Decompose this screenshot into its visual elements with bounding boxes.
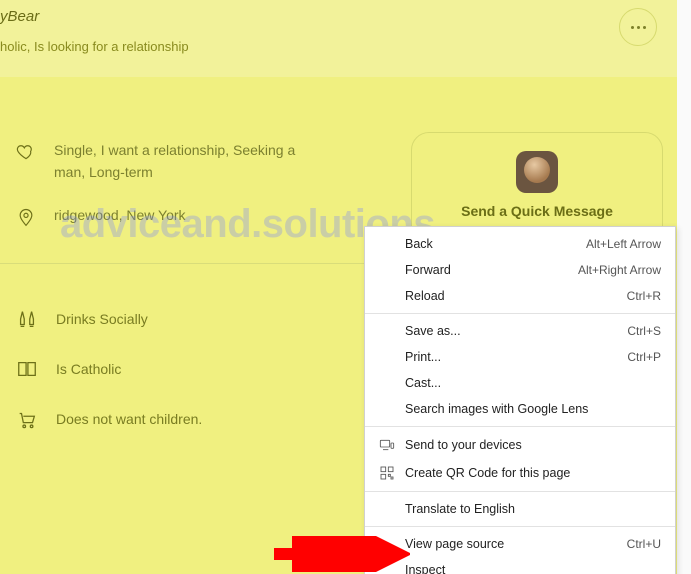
context-menu-item-label: Back <box>405 237 586 251</box>
context-menu-item-translate-to-english[interactable]: Translate to English <box>365 496 675 522</box>
context-menu-item-cast[interactable]: Cast... <box>365 370 675 396</box>
drinks-trait-row: Drinks Socially <box>0 294 391 344</box>
profile-details-column: Single, I want a relationship, Seeking a… <box>0 132 411 574</box>
location-pin-icon <box>16 207 36 227</box>
context-menu-item-save-as[interactable]: Save as...Ctrl+S <box>365 318 675 344</box>
context-menu-item-shortcut: Ctrl+R <box>627 289 661 303</box>
context-menu-item-label: Forward <box>405 263 578 277</box>
context-menu-item-label: View page source <box>405 537 627 551</box>
context-menu-item-label: Reload <box>405 289 627 303</box>
context-menu-item-reload[interactable]: ReloadCtrl+R <box>365 283 675 309</box>
context-menu-separator <box>365 313 675 314</box>
context-menu-item-view-page-source[interactable]: View page sourceCtrl+U <box>365 531 675 557</box>
location-row: ridgewood, New York <box>0 197 391 241</box>
context-menu-item-label: Cast... <box>405 376 661 390</box>
context-menu-item-label: Create QR Code for this page <box>405 466 661 480</box>
children-trait-text: Does not want children. <box>56 411 202 427</box>
context-menu-item-label: Inspect <box>405 563 661 574</box>
section-divider <box>0 263 391 264</box>
context-menu-item-print[interactable]: Print...Ctrl+P <box>365 344 675 370</box>
user-avatar <box>516 151 558 193</box>
heart-icon <box>16 142 36 162</box>
context-menu-item-shortcut: Alt+Right Arrow <box>578 263 661 277</box>
browser-scrollbar-gutter[interactable] <box>677 0 691 574</box>
religion-trait-row: Is Catholic <box>0 344 391 394</box>
relationship-status-row: Single, I want a relationship, Seeking a… <box>0 132 391 197</box>
context-menu-separator <box>365 491 675 492</box>
drinks-trait-text: Drinks Socially <box>56 311 148 327</box>
context-menu-separator <box>365 526 675 527</box>
location-text: ridgewood, New York <box>54 205 186 227</box>
qr-icon <box>379 465 395 481</box>
profile-subtitle: holic, Is looking for a relationship <box>0 39 657 54</box>
context-menu-item-shortcut: Ctrl+S <box>627 324 661 338</box>
religion-trait-text: Is Catholic <box>56 361 121 377</box>
cart-icon <box>16 408 38 430</box>
context-menu-item-forward[interactable]: ForwardAlt+Right Arrow <box>365 257 675 283</box>
context-menu-item-label: Send to your devices <box>405 438 661 452</box>
book-icon <box>16 358 38 380</box>
browser-context-menu: BackAlt+Left ArrowForwardAlt+Right Arrow… <box>364 226 676 574</box>
context-menu-item-inspect[interactable]: Inspect <box>365 557 675 574</box>
context-menu-item-shortcut: Ctrl+U <box>627 537 661 551</box>
context-menu-item-shortcut: Alt+Left Arrow <box>586 237 661 251</box>
context-menu-item-label: Search images with Google Lens <box>405 402 661 416</box>
context-menu-item-label: Translate to English <box>405 502 661 516</box>
devices-icon <box>379 437 395 453</box>
context-menu-item-create-qr-code-for-this-page[interactable]: Create QR Code for this page <box>365 459 675 487</box>
cheers-icon <box>16 308 38 330</box>
context-menu-item-shortcut: Ctrl+P <box>627 350 661 364</box>
profile-header: yBear holic, Is looking for a relationsh… <box>0 0 677 77</box>
context-menu-item-label: Print... <box>405 350 627 364</box>
children-trait-row: Does not want children. <box>0 394 391 444</box>
red-arrow-annotation <box>270 536 410 572</box>
context-menu-item-send-to-your-devices[interactable]: Send to your devices <box>365 431 675 459</box>
context-menu-item-search-images-with-google-lens[interactable]: Search images with Google Lens <box>365 396 675 422</box>
context-menu-item-back[interactable]: BackAlt+Left Arrow <box>365 231 675 257</box>
quick-message-title: Send a Quick Message <box>412 203 662 219</box>
profile-name: yBear <box>0 8 657 25</box>
more-options-button[interactable] <box>619 8 657 46</box>
context-menu-separator <box>365 426 675 427</box>
context-menu-item-label: Save as... <box>405 324 627 338</box>
relationship-status-text: Single, I want a relationship, Seeking a… <box>54 140 324 183</box>
